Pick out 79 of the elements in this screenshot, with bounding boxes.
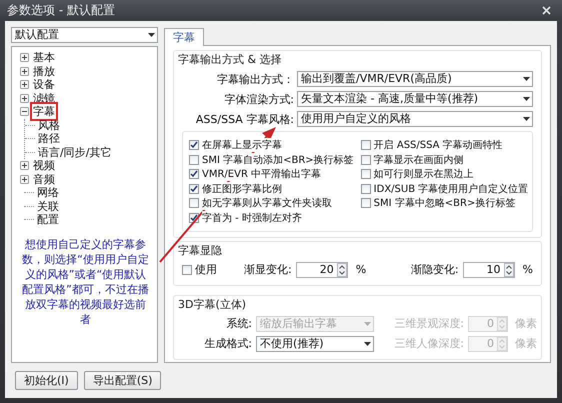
group-title: 3D字幕(立体) xyxy=(178,298,248,312)
expand-icon[interactable] xyxy=(20,80,29,90)
field-label: 渐隐变化: xyxy=(410,262,459,278)
checkbox-label: 使用 xyxy=(195,262,218,278)
caret-icon xyxy=(364,342,371,346)
field-label: 字体渲染方式: xyxy=(223,92,294,106)
hint-note: 想使用自己定义的字幕参数，则选择“使用用户自定义的风格”或者“使用默认配置风格”都可，不过在播放双字幕的视频最好选前者 xyxy=(21,236,150,326)
tree-item[interactable]: 设备 xyxy=(32,77,56,92)
checkbox[interactable] xyxy=(189,169,199,180)
checkbox[interactable] xyxy=(189,154,199,165)
checkbox-label: 字幕显示在画面内侧 xyxy=(374,152,465,167)
checkbox-label: SMI 字幕自动添加<BR>换行标签 xyxy=(202,152,355,167)
tree-item[interactable]: 网络 xyxy=(36,185,60,200)
field-label: 系统: xyxy=(225,316,252,332)
collapse-icon[interactable] xyxy=(20,107,29,116)
checkbox[interactable] xyxy=(189,184,199,194)
tree-item[interactable]: 音频 xyxy=(32,172,56,187)
unit-label: % xyxy=(522,263,533,276)
caret-icon xyxy=(523,117,530,121)
field-label: 字幕输出方式： xyxy=(216,72,294,86)
tree-item[interactable]: 配置 xyxy=(36,212,60,228)
checkbox-label: 字首为 - 时强制左对齐 xyxy=(202,210,303,225)
checkbox[interactable] xyxy=(360,154,371,165)
field-label: 三维人像深度: xyxy=(393,336,464,352)
checkbox-label: 开启 ASS/SSA 字幕动画特性 xyxy=(374,138,504,152)
caret-icon xyxy=(523,97,530,101)
tree-item[interactable]: 语言/同步/其它 xyxy=(37,144,112,160)
checkbox-label: IDX/SUB 字幕使用用户自定义位置 xyxy=(374,182,530,196)
dropdown[interactable]: 矢量文本渲染 - 高速,质量中等(推荐) xyxy=(297,91,533,107)
caret-icon xyxy=(148,33,155,37)
tree-item[interactable]: 路径 xyxy=(37,131,61,146)
number-field[interactable]: 10 xyxy=(462,262,515,278)
field-label: 渐显变化: xyxy=(244,262,292,278)
unit-label: % xyxy=(356,263,366,276)
dropdown[interactable]: 使用用户自定义的风格 xyxy=(297,111,533,127)
spinner-arrows-icon[interactable] xyxy=(336,262,347,277)
tree-item[interactable]: 字幕 xyxy=(32,104,56,120)
tree-item[interactable]: 风格 xyxy=(37,118,61,133)
number-field[interactable]: 20 xyxy=(296,262,348,278)
spinner-arrows-icon[interactable] xyxy=(504,262,514,277)
unit-label: 像素 xyxy=(515,336,537,352)
close-icon[interactable] xyxy=(542,6,551,15)
expand-icon[interactable] xyxy=(20,53,29,62)
dropdown[interactable]: 默认配置 xyxy=(11,27,158,43)
window-title: 参数选项 - 默认配置 xyxy=(7,2,115,19)
checkbox[interactable] xyxy=(360,140,371,150)
checkbox[interactable] xyxy=(360,169,371,180)
field-label: 生成格式: xyxy=(203,336,252,352)
checkbox-label: SMI 字幕中忽略<BR>换行标签 xyxy=(374,196,516,210)
group-title: 字幕输出方式 & 选择 xyxy=(178,53,284,67)
field-label: 三维景观深度: xyxy=(393,316,464,332)
expand-icon[interactable] xyxy=(20,161,29,170)
button[interactable]: 初始化(I) xyxy=(15,370,78,390)
dropdown[interactable]: 输出到覆盖/VMR/EVR(高品质) xyxy=(297,71,533,87)
expand-icon[interactable] xyxy=(20,66,29,76)
expand-icon[interactable] xyxy=(20,174,29,184)
caret-icon xyxy=(523,77,530,81)
button[interactable]: 导出配置(S) xyxy=(84,370,162,390)
caret-icon xyxy=(364,322,371,326)
dropdown[interactable]: 不使用(推荐) xyxy=(256,336,374,352)
checkbox-label: 在屏幕上显示字幕 xyxy=(202,138,283,152)
tree-item[interactable]: 视频 xyxy=(32,158,56,174)
group-title: 字幕显隐 xyxy=(178,244,224,258)
checkbox-label: 如可行则显示在黑边上 xyxy=(374,167,475,182)
checkbox-label: VMR/EVR 中平滑输出字幕 xyxy=(202,167,322,182)
tree-item[interactable]: 基本 xyxy=(32,50,56,66)
checkbox[interactable] xyxy=(189,198,199,208)
tree-item[interactable]: 关联 xyxy=(36,198,60,214)
checkbox[interactable] xyxy=(360,198,371,208)
expand-icon[interactable] xyxy=(20,94,29,103)
tab[interactable]: 字幕 xyxy=(164,28,204,46)
checkbox[interactable] xyxy=(182,264,192,275)
unit-label: 像素 xyxy=(515,316,537,332)
checkbox[interactable] xyxy=(360,184,371,194)
checkbox[interactable] xyxy=(189,140,199,150)
tree-item[interactable]: 播放 xyxy=(32,64,56,79)
checkbox-label: 如无字幕则从字幕文件夹读取 xyxy=(202,196,333,210)
field-label: ASS/SSA 字幕风格: xyxy=(194,112,294,126)
checkbox-label: 修正图形字幕比例 xyxy=(202,182,283,196)
